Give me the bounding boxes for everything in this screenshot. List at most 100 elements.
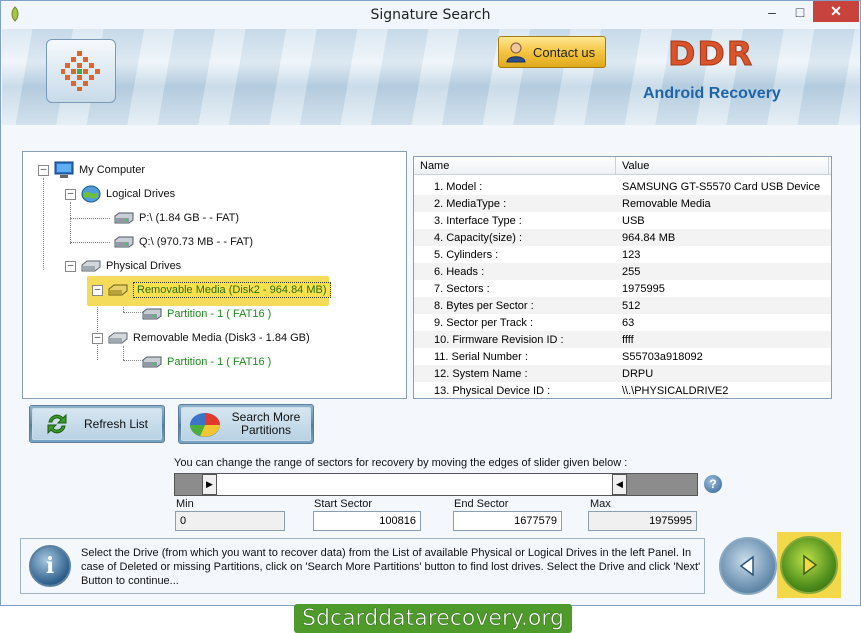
slider-left-shaded <box>175 474 202 495</box>
product-name: Android Recovery <box>643 85 781 102</box>
title-bar: Signature Search – □ ✕ <box>1 1 860 29</box>
row-name: 10. Firmware Revision ID : <box>434 333 564 346</box>
column-header-name[interactable]: Name <box>414 157 616 175</box>
slider-start-handle[interactable]: ▶ <box>202 474 217 495</box>
row-value: 63 <box>622 316 635 329</box>
row-value: USB <box>622 214 645 227</box>
tree-line <box>70 218 110 219</box>
row-name: 2. MediaType : <box>434 197 507 210</box>
start-sector-label: Start Sector <box>314 498 373 510</box>
app-logo <box>46 39 116 103</box>
tree-node-disk2-partition[interactable]: Partition - 1 ( FAT16 ) <box>141 305 271 323</box>
end-sector-label: End Sector <box>454 498 509 510</box>
window-title: Signature Search <box>370 7 491 23</box>
maximize-button[interactable]: □ <box>787 1 813 22</box>
table-row[interactable]: 6. Heads : 255 <box>414 263 831 280</box>
tree-line <box>123 346 124 360</box>
refresh-list-button[interactable]: Refresh List <box>29 405 165 443</box>
tree-node-drive-p[interactable]: P:\ (1.84 GB - - FAT) <box>113 209 239 227</box>
drive-icon <box>113 210 135 226</box>
tree-node-physical-drives[interactable]: – Physical Drives <box>65 257 181 275</box>
contact-us-button[interactable]: Contact us <box>498 36 606 68</box>
app-icon <box>11 6 19 22</box>
info-panel: i Select the Drive (from which you want … <box>20 538 705 594</box>
collapse-icon[interactable]: – <box>65 260 76 272</box>
slider-right-shaded <box>627 474 697 495</box>
collapse-icon[interactable]: – <box>65 188 76 200</box>
properties-table: Name Value 1. Model : SAMSUNG GT-S5570 Ca… <box>413 156 832 399</box>
tree-node-disk3-partition[interactable]: Partition - 1 ( FAT16 ) <box>141 353 271 371</box>
tree-node-my-computer[interactable]: – My Computer <box>38 161 145 179</box>
next-button[interactable] <box>780 536 838 594</box>
tree-line <box>43 178 44 270</box>
start-sector-field[interactable]: 100816 <box>313 511 421 531</box>
collapse-icon[interactable]: – <box>92 332 103 344</box>
row-value: \\.\PHYSICALDRIVE2 <box>622 384 729 397</box>
max-field: 1975995 <box>588 511 697 531</box>
tree-line <box>70 242 110 243</box>
footer-text: Sdcarddatarecovery.org <box>302 606 564 632</box>
pie-chart-icon <box>190 413 220 437</box>
minimize-button[interactable]: – <box>757 1 787 22</box>
drive-icon <box>141 354 163 370</box>
search-more-line1: Search More <box>231 410 301 424</box>
tree-label-drive-p: P:\ (1.84 GB - - FAT) <box>139 212 240 224</box>
table-row[interactable]: 7. Sectors : 1975995 <box>414 280 831 297</box>
tree-line <box>123 312 143 313</box>
tree-label-physical-drives: Physical Drives <box>106 260 182 272</box>
row-value: 1975995 <box>622 282 665 295</box>
tree-node-disk3[interactable]: – Removable Media (Disk3 - 1.84 GB) <box>92 329 310 347</box>
tree-line <box>123 360 143 361</box>
row-name: 3. Interface Type : <box>434 214 522 227</box>
drive-icon <box>113 234 135 250</box>
table-row[interactable]: 9. Sector per Track : 63 <box>414 314 831 331</box>
table-row[interactable]: 13. Physical Device ID : \\.\PHYSICALDRIV… <box>414 382 831 398</box>
back-button[interactable] <box>719 537 777 595</box>
row-name: 7. Sectors : <box>434 282 490 295</box>
table-row[interactable]: 10. Firmware Revision ID : ffff <box>414 331 831 348</box>
table-row[interactable]: 11. Serial Number : S55703a918092 <box>414 348 831 365</box>
row-value: 964.84 MB <box>622 231 676 244</box>
search-more-partitions-label: Search More Partitions <box>222 411 310 437</box>
tree-node-logical-drives[interactable]: – Logical Drives <box>65 185 175 203</box>
table-row[interactable]: 1. Model : SAMSUNG GT-S5570 Card USB Devi… <box>414 178 831 195</box>
row-value: 123 <box>622 248 641 261</box>
removable-drive-icon <box>107 282 129 298</box>
max-label: Max <box>590 498 611 510</box>
table-row[interactable]: 5. Cylinders : 123 <box>414 246 831 263</box>
table-row[interactable]: 4. Capacity(size) : 964.84 MB <box>414 229 831 246</box>
search-more-line2: Partitions <box>240 423 292 437</box>
tree-node-drive-q[interactable]: Q:\ (970.73 MB - - FAT) <box>113 233 253 251</box>
table-row[interactable]: 2. MediaType : Removable Media <box>414 195 831 212</box>
row-name: 6. Heads : <box>434 265 485 278</box>
arrow-left-icon <box>739 555 754 577</box>
tree-label-logical-drives: Logical Drives <box>106 188 176 200</box>
refresh-list-label: Refresh List <box>83 416 149 431</box>
brand-logo: DDR <box>667 34 755 74</box>
collapse-icon[interactable]: – <box>38 164 49 176</box>
column-header-value[interactable]: Value <box>616 157 829 175</box>
search-more-partitions-button[interactable]: Search More Partitions <box>178 404 314 444</box>
end-sector-field[interactable]: 1677579 <box>453 511 562 531</box>
table-row[interactable]: 3. Interface Type : USB <box>414 212 831 229</box>
row-name: 12. System Name : <box>434 367 528 380</box>
info-icon: i <box>29 545 71 587</box>
tree-node-disk2[interactable]: – Removable Media (Disk2 - 964.84 MB) <box>92 281 331 299</box>
drive-tree: – My Computer – Logical Drives P:\ (1.84… <box>22 151 407 399</box>
tree-line <box>70 202 71 244</box>
table-header: Name Value <box>414 157 831 175</box>
sector-range-slider[interactable]: ▶ ◀ <box>174 473 698 496</box>
removable-drive-icon <box>107 330 129 346</box>
close-button[interactable]: ✕ <box>813 1 859 22</box>
computer-icon <box>53 161 75 178</box>
collapse-icon[interactable]: – <box>92 284 103 296</box>
row-value: SAMSUNG GT-S5570 Card USB Device <box>622 180 821 193</box>
footer-watermark: Sdcarddatarecovery.org <box>294 604 572 633</box>
refresh-icon <box>47 413 67 435</box>
table-row[interactable]: 12. System Name : DRPU <box>414 365 831 382</box>
table-row[interactable]: 8. Bytes per Sector : 512 <box>414 297 831 314</box>
slider-caption: You can change the range of sectors for … <box>174 457 628 469</box>
slider-end-handle[interactable]: ◀ <box>612 474 627 495</box>
help-icon[interactable]: ? <box>704 475 722 493</box>
row-name: 13. Physical Device ID : <box>434 384 551 397</box>
